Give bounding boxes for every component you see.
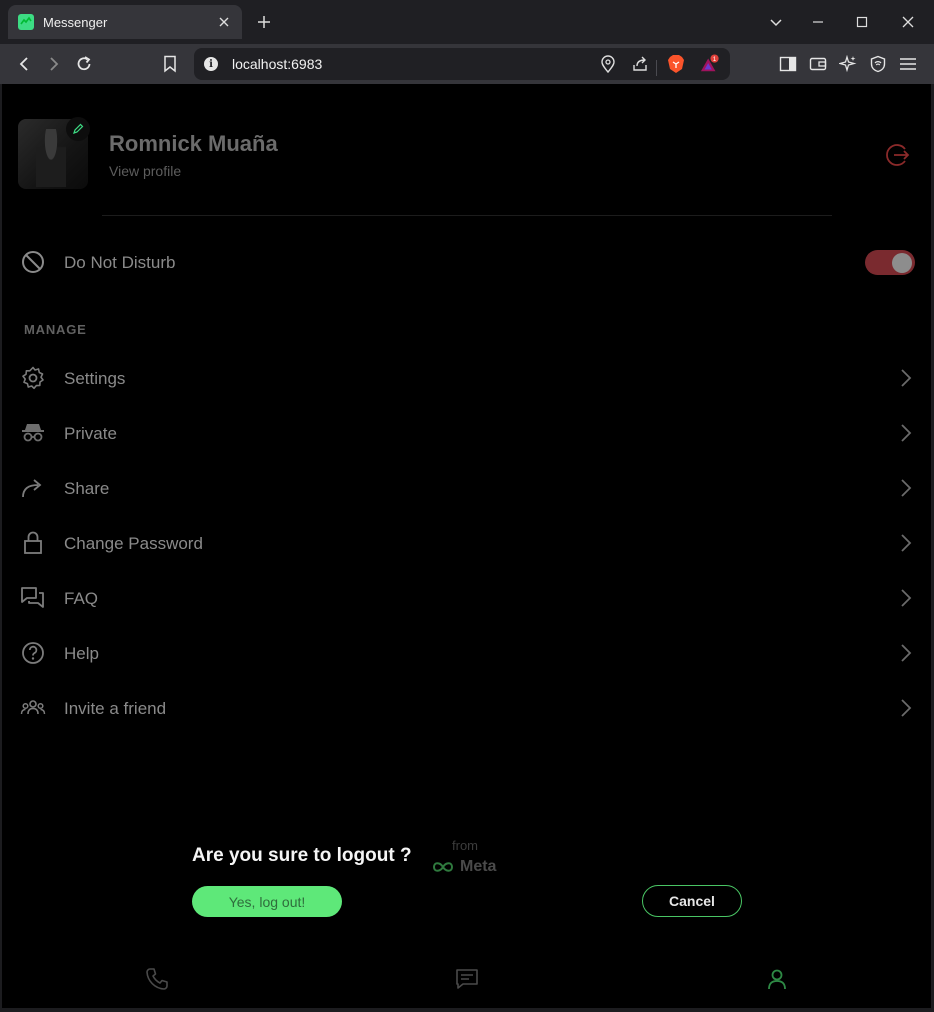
menu-item-change-password[interactable]: Change Password — [2, 523, 931, 563]
chats-message-icon[interactable] — [454, 966, 480, 992]
dialog-title: Are you sure to logout ? — [192, 845, 412, 866]
chevron-right-icon — [895, 698, 915, 718]
url-separator — [656, 60, 657, 76]
tab-list-chevron-down-icon[interactable] — [766, 12, 786, 32]
site-info-icon[interactable]: i — [204, 57, 218, 71]
do-not-disturb-row: Do Not Disturb — [2, 244, 931, 280]
messenger-app: Romnick Muaña View profile Do Not Distur… — [2, 84, 931, 1008]
chevron-right-icon — [895, 643, 915, 663]
profile-user-icon[interactable] — [764, 966, 790, 992]
close-window-icon[interactable] — [898, 12, 918, 32]
do-not-disturb-label: Do Not Disturb — [64, 253, 176, 272]
menu-item-label: Private — [64, 424, 117, 443]
menu-item-label: Share — [64, 479, 110, 498]
chevron-right-icon — [895, 533, 915, 553]
reload-icon[interactable] — [74, 54, 94, 74]
messenger-favicon-icon — [18, 14, 34, 30]
browser-titlebar: Messenger — [0, 0, 934, 44]
chevron-right-icon — [895, 423, 915, 443]
new-tab-plus-icon[interactable] — [254, 12, 274, 32]
brave-rewards-icon[interactable]: 1 — [700, 54, 720, 74]
avatar-photo — [36, 129, 66, 187]
view-profile-link[interactable]: View profile — [109, 163, 181, 179]
minimize-icon[interactable] — [808, 12, 828, 32]
profile-name: Romnick Muaña — [109, 131, 278, 156]
calls-phone-icon[interactable] — [144, 966, 170, 992]
menu-item-share[interactable]: Share — [2, 468, 931, 508]
menu-item-settings[interactable]: Settings — [2, 358, 931, 398]
menu-item-label: Help — [64, 644, 99, 663]
sidebar-toggle-icon[interactable] — [778, 54, 798, 74]
chevron-right-icon — [895, 588, 915, 608]
forward-arrow-icon[interactable] — [44, 54, 64, 74]
url-text: localhost:6983 — [232, 56, 323, 72]
share-page-icon[interactable] — [630, 54, 650, 74]
menu-item-label: Change Password — [64, 534, 203, 553]
vpn-shield-icon[interactable] — [868, 54, 888, 74]
gear-icon — [20, 365, 46, 391]
back-arrow-icon[interactable] — [14, 54, 34, 74]
lock-icon — [20, 530, 46, 556]
profile-divider — [102, 215, 832, 216]
toggle-knob — [892, 252, 912, 273]
group-icon — [20, 695, 46, 721]
location-pin-icon[interactable] — [598, 54, 618, 74]
confirm-logout-button[interactable]: Yes, log out! — [192, 886, 342, 917]
do-not-disturb-toggle[interactable] — [865, 250, 915, 275]
logout-icon[interactable] — [885, 142, 911, 168]
menu-item-label: Invite a friend — [64, 699, 167, 718]
incognito-icon — [20, 420, 46, 446]
do-not-disturb-icon — [20, 249, 46, 275]
chevron-right-icon — [895, 478, 915, 498]
wallet-icon[interactable] — [808, 54, 828, 74]
bookmark-icon[interactable] — [160, 54, 180, 74]
menu-item-private[interactable]: Private — [2, 413, 931, 453]
brave-shields-icon[interactable] — [666, 54, 686, 74]
question-circle-icon — [20, 640, 46, 666]
menu-item-help[interactable]: Help — [2, 633, 931, 673]
share-arrow-icon — [20, 475, 46, 501]
leo-ai-sparkle-icon[interactable] — [838, 54, 858, 74]
maximize-icon[interactable] — [852, 12, 872, 32]
edit-avatar-pencil-icon[interactable] — [66, 117, 90, 141]
tab-close-icon[interactable] — [216, 14, 232, 30]
browser-tab[interactable]: Messenger — [8, 5, 242, 39]
address-bar[interactable]: i localhost:6983 1 — [194, 48, 730, 80]
bottom-nav — [2, 960, 931, 1008]
menu-hamburger-icon[interactable] — [898, 54, 918, 74]
menu-item-invite-friend[interactable]: Invite a friend — [2, 688, 931, 728]
menu-item-label: FAQ — [64, 589, 99, 608]
chevron-right-icon — [895, 368, 915, 388]
rewards-badge-count: 1 — [713, 56, 717, 63]
logout-confirm-dialog: Are you sure to logout ? Yes, log out! C… — [173, 829, 761, 937]
tab-title: Messenger — [43, 14, 108, 30]
browser-toolbar: i localhost:6983 1 — [0, 44, 934, 84]
menu-item-label: Settings — [64, 369, 126, 388]
cancel-button[interactable]: Cancel — [642, 885, 742, 917]
menu-item-faq[interactable]: FAQ — [2, 578, 931, 618]
chat-bubbles-icon — [20, 585, 46, 611]
manage-section-label: MANAGE — [24, 322, 87, 337]
